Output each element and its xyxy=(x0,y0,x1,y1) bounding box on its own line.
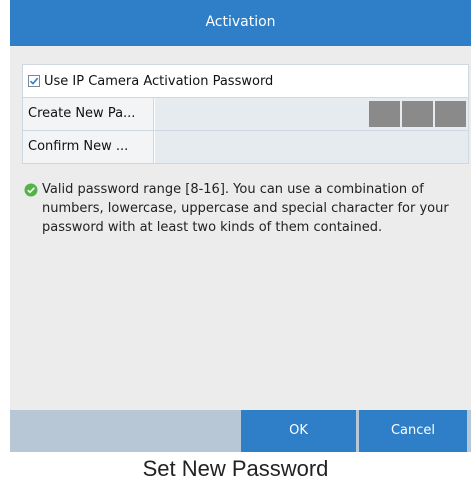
password-strength-meter xyxy=(369,101,466,127)
password-hint-text: Valid password range [8-16]. You can use… xyxy=(42,182,449,235)
confirm-password-label: Confirm New ... xyxy=(23,131,154,163)
use-ip-camera-password-label: Use IP Camera Activation Password xyxy=(44,73,274,89)
confirm-password-input[interactable] xyxy=(155,131,468,163)
strength-segment xyxy=(435,101,466,127)
use-ip-camera-password-row[interactable]: Use IP Camera Activation Password xyxy=(23,65,468,98)
create-password-label: Create New Pa... xyxy=(23,98,154,130)
ok-button[interactable]: OK xyxy=(241,410,356,452)
create-password-input[interactable] xyxy=(155,98,468,130)
create-password-row: Create New Pa... xyxy=(23,98,468,131)
check-circle-icon xyxy=(24,183,38,197)
cancel-button[interactable]: Cancel xyxy=(359,410,467,452)
dialog-title: Activation xyxy=(10,0,471,46)
strength-segment xyxy=(402,101,433,127)
password-hint: Valid password range [8-16]. You can use… xyxy=(24,180,464,237)
activation-dialog: Activation Use IP Camera Activation Pass… xyxy=(10,0,471,452)
use-ip-camera-password-checkbox[interactable] xyxy=(28,75,40,87)
dialog-footer: OK Cancel xyxy=(10,410,471,452)
caption: Set New Password xyxy=(142,456,329,481)
checkmark-icon xyxy=(29,77,39,85)
strength-segment xyxy=(369,101,400,127)
activation-form: Use IP Camera Activation Password Create… xyxy=(22,64,469,164)
confirm-password-row: Confirm New ... xyxy=(23,131,468,163)
